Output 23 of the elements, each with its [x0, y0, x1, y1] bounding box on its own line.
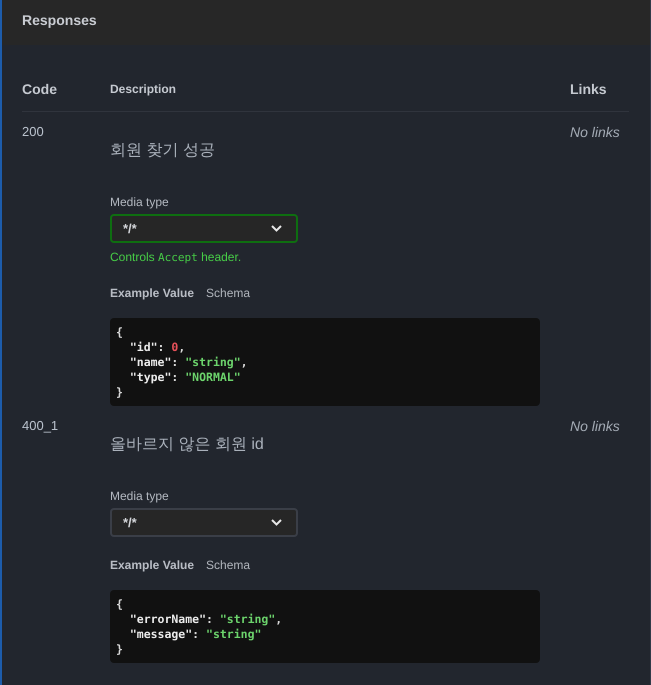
column-header: Code [22, 81, 57, 97]
media-type-select[interactable]: */* [110, 214, 298, 243]
tab[interactable]: Example Value [110, 557, 194, 573]
chevron-down-icon [271, 225, 282, 232]
response-code: 400_1 [22, 418, 58, 434]
links-text: No links [570, 123, 620, 141]
tab[interactable]: Schema [206, 285, 250, 301]
code-block: { "id": 0, "name": "string", "type": "NORMAL" } [110, 318, 540, 406]
field-label: Media type [110, 489, 169, 504]
response-description: 회원 찾기 성공 [110, 141, 215, 161]
tab[interactable]: Schema [206, 557, 250, 573]
response-description: 올바르지 않은 회원 id [110, 435, 264, 455]
column-header: Description [110, 81, 176, 97]
hint-text: Controls Accept header. [110, 250, 242, 265]
field-label: Media type [110, 195, 169, 210]
column-header: Links [570, 81, 607, 97]
section-title: Responses [22, 10, 97, 28]
tab[interactable]: Example Value [110, 285, 194, 301]
response-code: 200 [22, 124, 44, 140]
media-type-select[interactable]: */* [110, 508, 298, 537]
code-block: { "errorName": "string", "message": "string" } [110, 590, 540, 663]
chevron-down-icon [271, 519, 282, 526]
links-text: No links [570, 417, 620, 435]
